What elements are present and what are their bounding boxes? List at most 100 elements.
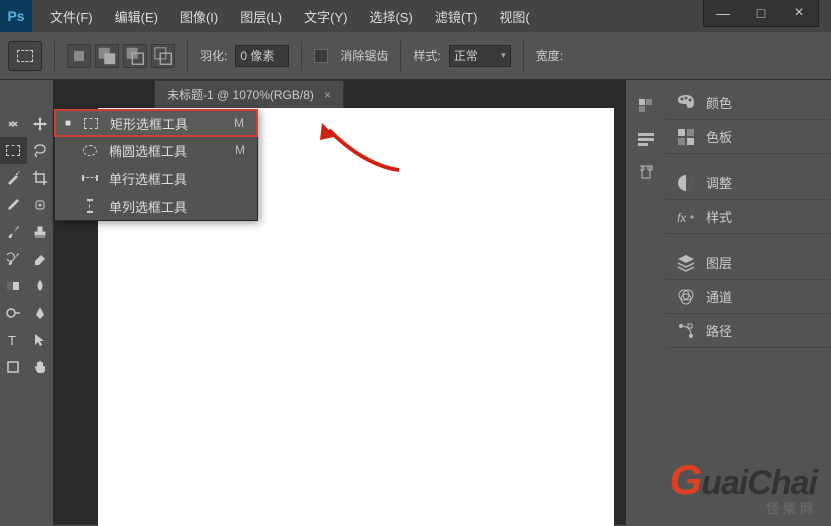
shape-tool[interactable] [0,353,27,380]
chevron-down-icon: ▾ [501,50,506,61]
menu-image[interactable]: 图像(I) [170,1,228,32]
lasso-tool[interactable] [27,137,54,164]
style-select[interactable]: 正常 ▾ [449,45,511,67]
panel-styles[interactable]: fx 样式 [666,200,831,234]
tab-close-button[interactable]: × [324,88,331,102]
feather-input[interactable] [235,45,289,67]
spacer [666,234,831,246]
panel-label: 图层 [706,253,732,272]
selection-add-button[interactable] [95,44,119,68]
selection-intersect-button[interactable] [151,44,175,68]
eyedropper-tool[interactable] [0,191,27,218]
menu-select[interactable]: 选择(S) [359,1,422,32]
character-dock-icon[interactable] [629,157,663,187]
crop-tool[interactable] [27,164,54,191]
app-logo: Ps [0,0,32,32]
flyout-item-label: 椭圆选框工具 [109,141,225,160]
panel-layers[interactable]: 图层 [666,246,831,280]
annotation-arrow [314,120,404,180]
type-tool[interactable]: T [0,326,27,353]
close-button[interactable]: × [780,0,818,26]
marquee-tool[interactable] [0,137,27,164]
panel-channels[interactable]: 通道 [666,280,831,314]
minimize-button[interactable]: — [704,0,742,26]
maximize-button[interactable]: □ [742,0,780,26]
tools-panel: T [0,80,54,525]
flyout-col-marquee[interactable]: 单列选框工具 [55,192,257,220]
panel-color[interactable]: 颜色 [666,86,831,120]
menu-filter[interactable]: 滤镜(T) [425,1,488,32]
bullet-icon: ■ [64,118,72,129]
rect-marquee-icon [6,145,20,156]
eraser-tool[interactable] [27,245,54,272]
healing-tool[interactable] [27,191,54,218]
watermark-g: G [670,456,702,503]
marquee-tool-flyout: ■ 矩形选框工具 M 椭圆选框工具 M 单行选框工具 单列选框工具 [54,109,258,221]
wand-tool[interactable] [0,164,27,191]
panel-label: 色板 [706,127,732,146]
watermark-rest: uaiChai [701,464,817,502]
selection-mode-group [67,44,175,68]
panel-swatches[interactable]: 色板 [666,120,831,154]
hand-tool[interactable] [27,353,54,380]
blur-tool[interactable] [27,272,54,299]
antialias-checkbox[interactable] [314,49,328,63]
panel-label: 样式 [706,207,732,226]
history-dock-icon[interactable] [629,91,663,121]
current-tool-icon[interactable] [8,41,42,71]
document-tab-bar: 未标题-1 @ 1070%(RGB/8) × [154,80,344,108]
paths-icon [676,321,696,341]
flyout-row-marquee[interactable]: 单行选框工具 [55,164,257,192]
square-icon [74,51,84,61]
selection-new-button[interactable] [67,44,91,68]
row-marquee-icon [81,177,99,179]
panel-label: 调整 [706,173,732,192]
flyout-ellipse-marquee[interactable]: 椭圆选框工具 M [55,136,257,164]
ellipse-marquee-icon [81,145,99,156]
properties-dock-icon[interactable] [629,124,663,154]
expand-tools-button[interactable] [0,110,27,137]
document-tab-title: 未标题-1 @ 1070%(RGB/8) [167,86,314,103]
menu-bar: 文件(F) 编辑(E) 图像(I) 图层(L) 文字(Y) 选择(S) 滤镜(T… [40,1,540,32]
rect-marquee-icon [17,50,33,62]
watermark: GuaiChai 怪柴网 [670,456,817,517]
menu-type[interactable]: 文字(Y) [294,1,357,32]
feather-label: 羽化: [200,47,227,64]
panel-label: 通道 [706,287,732,306]
panel-label: 颜色 [706,93,732,112]
options-bar: 羽化: 消除锯齿 样式: 正常 ▾ 宽度: [0,32,831,80]
style-value: 正常 [454,47,478,64]
style-label: 样式: [413,47,440,64]
path-select-tool[interactable] [27,326,54,353]
divider [523,41,524,71]
panel-paths[interactable]: 路径 [666,314,831,348]
window-controls: — □ × [703,0,819,27]
divider [187,41,188,71]
title-bar: Ps 文件(F) 编辑(E) 图像(I) 图层(L) 文字(Y) 选择(S) 滤… [0,0,831,32]
flyout-rect-marquee[interactable]: ■ 矩形选框工具 M [54,109,258,137]
flyout-item-shortcut: M [234,116,244,130]
menu-file[interactable]: 文件(F) [40,1,103,32]
divider [400,41,401,71]
canvas-area: 未标题-1 @ 1070%(RGB/8) × ■ 矩形选框工具 M 椭圆选框工具… [54,80,625,525]
stamp-tool[interactable] [27,218,54,245]
pen-tool[interactable] [27,299,54,326]
layers-icon [676,253,696,273]
col-marquee-icon [81,199,99,213]
panel-adjustments[interactable]: 调整 [666,166,831,200]
rect-marquee-icon [82,118,100,129]
history-brush-tool[interactable] [0,245,27,272]
gradient-tool[interactable] [0,272,27,299]
selection-subtract-button[interactable] [123,44,147,68]
document-tab[interactable]: 未标题-1 @ 1070%(RGB/8) × [154,80,344,108]
move-tool[interactable] [27,110,54,137]
swatches-icon [676,127,696,147]
menu-layer[interactable]: 图层(L) [230,1,292,32]
svg-text:T: T [8,333,16,348]
menu-view[interactable]: 视图( [489,1,539,32]
brush-tool[interactable] [0,218,27,245]
menu-edit[interactable]: 编辑(E) [105,1,168,32]
flyout-item-label: 单列选框工具 [109,197,235,216]
dodge-tool[interactable] [0,299,27,326]
svg-text:fx: fx [677,211,687,225]
